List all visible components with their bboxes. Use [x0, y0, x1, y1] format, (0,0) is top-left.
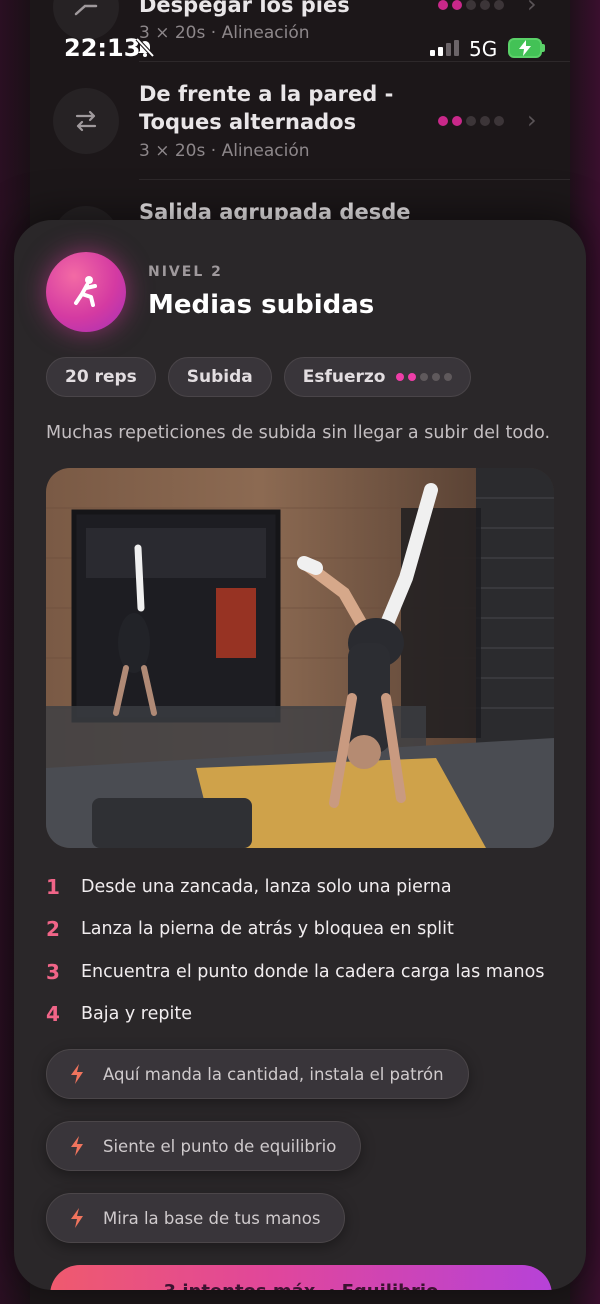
effort-dots [396, 373, 453, 381]
reps-chip-label: 20 reps [65, 367, 137, 387]
type-chip: Subida [167, 357, 272, 397]
step-text: Encuentra el punto donde la cadera carga… [81, 962, 545, 982]
level-label: NIVEL 2 [148, 264, 223, 280]
status-bar: 22:13 5G [0, 0, 600, 96]
swap-arrows-icon [53, 88, 119, 154]
tip-text: Siente el punto de equilibrio [103, 1136, 337, 1156]
tip-chip[interactable]: Mira la base de tus manos [46, 1193, 346, 1243]
bell-off-icon [134, 36, 156, 62]
lightning-icon [69, 1064, 91, 1084]
handstand-kick-icon [46, 252, 126, 332]
lightning-icon [69, 1208, 91, 1228]
exercise-chips: 20 reps Subida Esfuerzo [46, 357, 472, 397]
lightning-icon [69, 1136, 91, 1156]
reps-chip: 20 reps [46, 357, 156, 397]
signal-strength-icon [430, 40, 459, 56]
exercise-detail-sheet: NIVEL 2 Medias subidas 20 reps Subida Es… [14, 220, 586, 1290]
step-number: 1 [46, 875, 60, 899]
difficulty-dots [438, 116, 504, 126]
list-item-title-line-2: Toques alternados [139, 110, 357, 134]
tip-text: Aquí manda la cantidad, instala el patró… [103, 1064, 444, 1084]
exercise-photo[interactable] [46, 468, 554, 848]
battery-tip [542, 44, 545, 52]
clock: 22:13 [64, 34, 141, 62]
step-item: 1 Desde una zancada, lanza solo una pier… [46, 875, 566, 905]
step-text: Baja y repite [81, 1004, 192, 1024]
step-text: Lanza la pierna de atrás y bloquea en sp… [81, 919, 454, 939]
effort-chip-label: Esfuerzo [302, 367, 386, 387]
network-type: 5G [469, 37, 498, 61]
effort-chip: Esfuerzo [283, 357, 472, 397]
step-number: 4 [46, 1002, 60, 1026]
exercise-description: Muchas repeticiones de subida sin llegar… [46, 423, 551, 443]
start-exercise-label: 3 intentos máx. · Equilibrio [50, 1281, 552, 1290]
tip-chip[interactable]: Aquí manda la cantidad, instala el patró… [46, 1049, 469, 1099]
divider [139, 179, 570, 180]
step-number: 3 [46, 960, 60, 984]
step-number: 2 [46, 917, 60, 941]
chevron-right-icon: › [527, 106, 537, 134]
battery-charging-icon [508, 38, 542, 58]
step-item: 3 Encuentra el punto donde la cadera car… [46, 960, 566, 990]
exercise-title: Medias subidas [148, 290, 375, 320]
step-item: 4 Baja y repite [46, 1002, 566, 1032]
type-chip-label: Subida [186, 367, 253, 387]
tip-chip[interactable]: Siente el punto de equilibrio [46, 1121, 362, 1171]
list-item-subtitle: 3 × 20s · Alineación [139, 141, 310, 161]
start-exercise-button[interactable]: 3 intentos máx. · Equilibrio [50, 1265, 552, 1290]
step-text: Desde una zancada, lanza solo una pierna [81, 877, 452, 897]
step-item: 2 Lanza la pierna de atrás y bloquea en … [46, 917, 566, 947]
tip-text: Mira la base de tus manos [103, 1208, 321, 1228]
